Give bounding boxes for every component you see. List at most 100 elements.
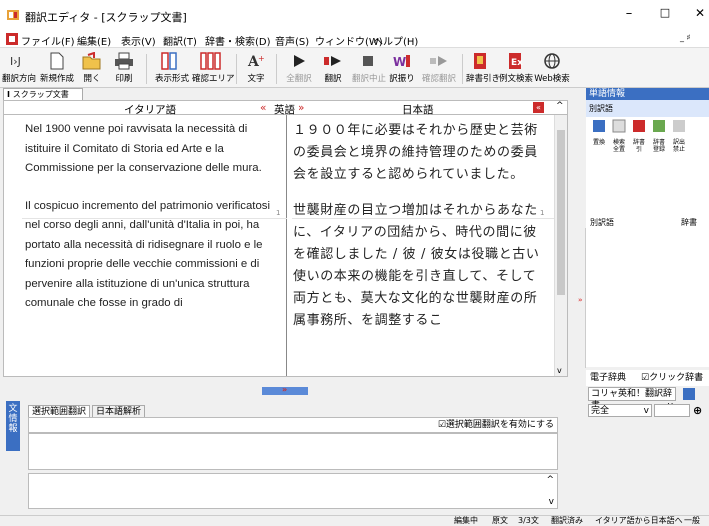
- status-count: 3/3文: [518, 516, 539, 525]
- document-tab-bar: I スクラップ文書: [0, 88, 572, 100]
- text-button[interactable]: A + 文字: [244, 48, 268, 88]
- example-search-button[interactable]: Ex 例文検索: [498, 48, 534, 88]
- confirm-translate-button[interactable]: 確認翻訳: [420, 48, 458, 88]
- replace-label: 置換: [592, 139, 605, 146]
- title-bar: 翻訳エディタ - [スクラップ文書] – □ ✕: [0, 0, 709, 30]
- source-segment-2[interactable]: Il cospicuo incremento del patrimonio ve…: [25, 197, 281, 314]
- switch-left-button[interactable]: «: [260, 102, 266, 114]
- info-panel: 文情報 選択範囲翻訳 日本語解析 ☑選択範囲翻訳を有効にする ^ v: [0, 397, 572, 515]
- word-tools: 置換 検索全置 辞書引 辞書登録 訳出禁止: [586, 117, 709, 155]
- open-folder-icon: [82, 52, 101, 70]
- alternative-button[interactable]: W 訳振り: [388, 48, 416, 88]
- menu-voice[interactable]: 音声(S): [275, 33, 309, 48]
- status-editing: 編集中: [454, 516, 478, 525]
- scroll-down-arrow[interactable]: v: [557, 366, 562, 375]
- scroll-thumb[interactable]: [557, 130, 565, 295]
- dict-register-label: 辞書登録: [652, 139, 665, 153]
- view-format-button[interactable]: 表示形式: [154, 48, 190, 88]
- segment-divider: [292, 218, 556, 219]
- minimize-button[interactable]: –: [619, 6, 639, 21]
- e-dict-row: 電子辞典 ☑クリック辞書引: [586, 370, 709, 399]
- prohibit-icon[interactable]: [672, 119, 686, 133]
- enable-selection-checkbox[interactable]: ☑選択範囲翻訳を有効にする: [28, 417, 558, 433]
- status-text-label: 原文: [492, 516, 508, 525]
- replace-icon[interactable]: [592, 119, 606, 133]
- confirm-area-icon: [200, 52, 221, 70]
- dict-lookup-label: 辞書引: [632, 139, 645, 153]
- target-segment-2[interactable]: 世襲財産の目立つ増加はそれからあなたに、イタリアの団結から、時代の間に彼を確認し…: [293, 200, 545, 350]
- web-search-button[interactable]: Web検索: [534, 48, 570, 88]
- pane-splitter[interactable]: »: [0, 379, 572, 397]
- prohibit-label: 訳出禁止: [672, 139, 685, 153]
- alt-word-column: 別訳語: [590, 218, 614, 227]
- scroll-down-arrow[interactable]: v: [549, 497, 554, 507]
- svg-text:I›J: I›J: [10, 55, 21, 68]
- example-search-icon: Ex: [509, 53, 523, 69]
- svg-text:Ex: Ex: [511, 58, 523, 68]
- target-text-pane[interactable]: １９００年に必要はそれから歴史と芸術の委員会と境界の維持管理のための委員会を設立…: [287, 115, 555, 376]
- direction-icon: I›J: [10, 55, 21, 68]
- dictionary-select[interactable]: コリャ英和！翻訳辞書v: [588, 387, 676, 411]
- app-icon: [7, 10, 19, 20]
- selection-source-box[interactable]: [28, 433, 558, 470]
- e-dict-label: 電子辞典: [590, 373, 627, 383]
- svg-text:W: W: [393, 55, 406, 69]
- translate-all-button[interactable]: 全翻訳: [284, 48, 314, 88]
- direction-button[interactable]: I›J 翻訳方向: [2, 48, 36, 88]
- menu-translate[interactable]: 翻訳(T): [163, 33, 197, 48]
- play-icon: [294, 55, 305, 67]
- source-text-pane[interactable]: Nel 1900 venne poi ravvisata la necessit…: [4, 115, 287, 376]
- confirm-area-button[interactable]: 確認エリア: [192, 48, 235, 88]
- printer-icon: [115, 52, 133, 70]
- tab-scrap-document[interactable]: I スクラップ文書: [3, 88, 83, 100]
- open-button[interactable]: 開く: [78, 48, 106, 88]
- dict-lookup-button[interactable]: 辞書引き: [466, 48, 500, 88]
- window-title: 翻訳エディタ - [スクラップ文書]: [25, 11, 187, 24]
- dict-register-icon[interactable]: [652, 119, 666, 133]
- target-segment-1[interactable]: １９００年に必要はそれから歴史と芸術の委員会と境界の維持管理のための委員会を設立…: [293, 120, 545, 186]
- menu-help[interactable]: ヘルプ(H): [373, 33, 418, 48]
- dict-lookup-icon[interactable]: [632, 119, 646, 133]
- maximize-button[interactable]: □: [655, 6, 675, 19]
- switch-right-button[interactable]: »: [298, 102, 304, 114]
- alt-translation-list[interactable]: 別訳語 辞書: [586, 155, 709, 367]
- selection-result-box[interactable]: ^ v: [28, 473, 558, 509]
- search-replace-icon[interactable]: [612, 119, 626, 133]
- tab-selection-translate[interactable]: 選択範囲翻訳: [28, 405, 91, 417]
- toolbar: I›J 翻訳方向 新規作成 開く 印刷 表示形式 確認エリア A + 文字 全翻訳…: [0, 48, 709, 88]
- vertical-scrollbar[interactable]: v: [554, 115, 567, 376]
- close-button[interactable]: ✕: [690, 6, 709, 20]
- menu-dictionary[interactable]: 辞書・検索(D): [205, 33, 271, 48]
- lookup-icon[interactable]: ⊕: [693, 404, 702, 417]
- status-bar: 編集中 原文 3/3文 翻訳済み イタリア語から日本語へ 一般: [0, 515, 709, 526]
- translate-button[interactable]: 翻訳: [318, 48, 348, 88]
- search-replace-label: 検索全置: [612, 139, 625, 153]
- dictionary-icon: [474, 53, 486, 69]
- source-segment-1[interactable]: Nel 1900 venne poi ravvisata la necessit…: [25, 120, 281, 179]
- menu-file[interactable]: ファイル(F): [21, 33, 75, 48]
- stop-button[interactable]: 翻訳中止: [352, 48, 386, 88]
- scroll-up-arrow[interactable]: ^: [556, 101, 564, 111]
- segment-number: 1: [276, 209, 281, 217]
- globe-icon: [544, 53, 560, 69]
- match-mode-select[interactable]: 完全 v: [588, 404, 652, 417]
- toolbar-separator: [276, 54, 277, 84]
- print-button[interactable]: 印刷: [110, 48, 138, 88]
- menu-view[interactable]: 表示(V): [121, 33, 156, 48]
- panel-expander[interactable]: »: [578, 228, 586, 368]
- new-document-icon: [50, 52, 64, 70]
- mdi-controls[interactable]: _ ♯: [680, 33, 690, 42]
- lookup-input[interactable]: [654, 404, 690, 417]
- dictionary-book-icon[interactable]: [682, 387, 696, 401]
- splitter-handle[interactable]: »: [262, 385, 308, 395]
- collapse-pane-button[interactable]: «: [533, 102, 544, 113]
- menu-edit[interactable]: 編集(E): [77, 33, 111, 48]
- alternative-icon: W: [393, 55, 410, 69]
- status-mode: 一般: [684, 516, 700, 525]
- alt-translation-header: 別訳語: [586, 100, 709, 117]
- new-button[interactable]: 新規作成: [40, 48, 74, 88]
- toolbar-separator: [146, 54, 147, 84]
- word-info-header: 単語情報: [586, 88, 709, 100]
- tab-japanese-analysis[interactable]: 日本語解析: [92, 405, 146, 417]
- scroll-up-arrow[interactable]: ^: [546, 475, 554, 485]
